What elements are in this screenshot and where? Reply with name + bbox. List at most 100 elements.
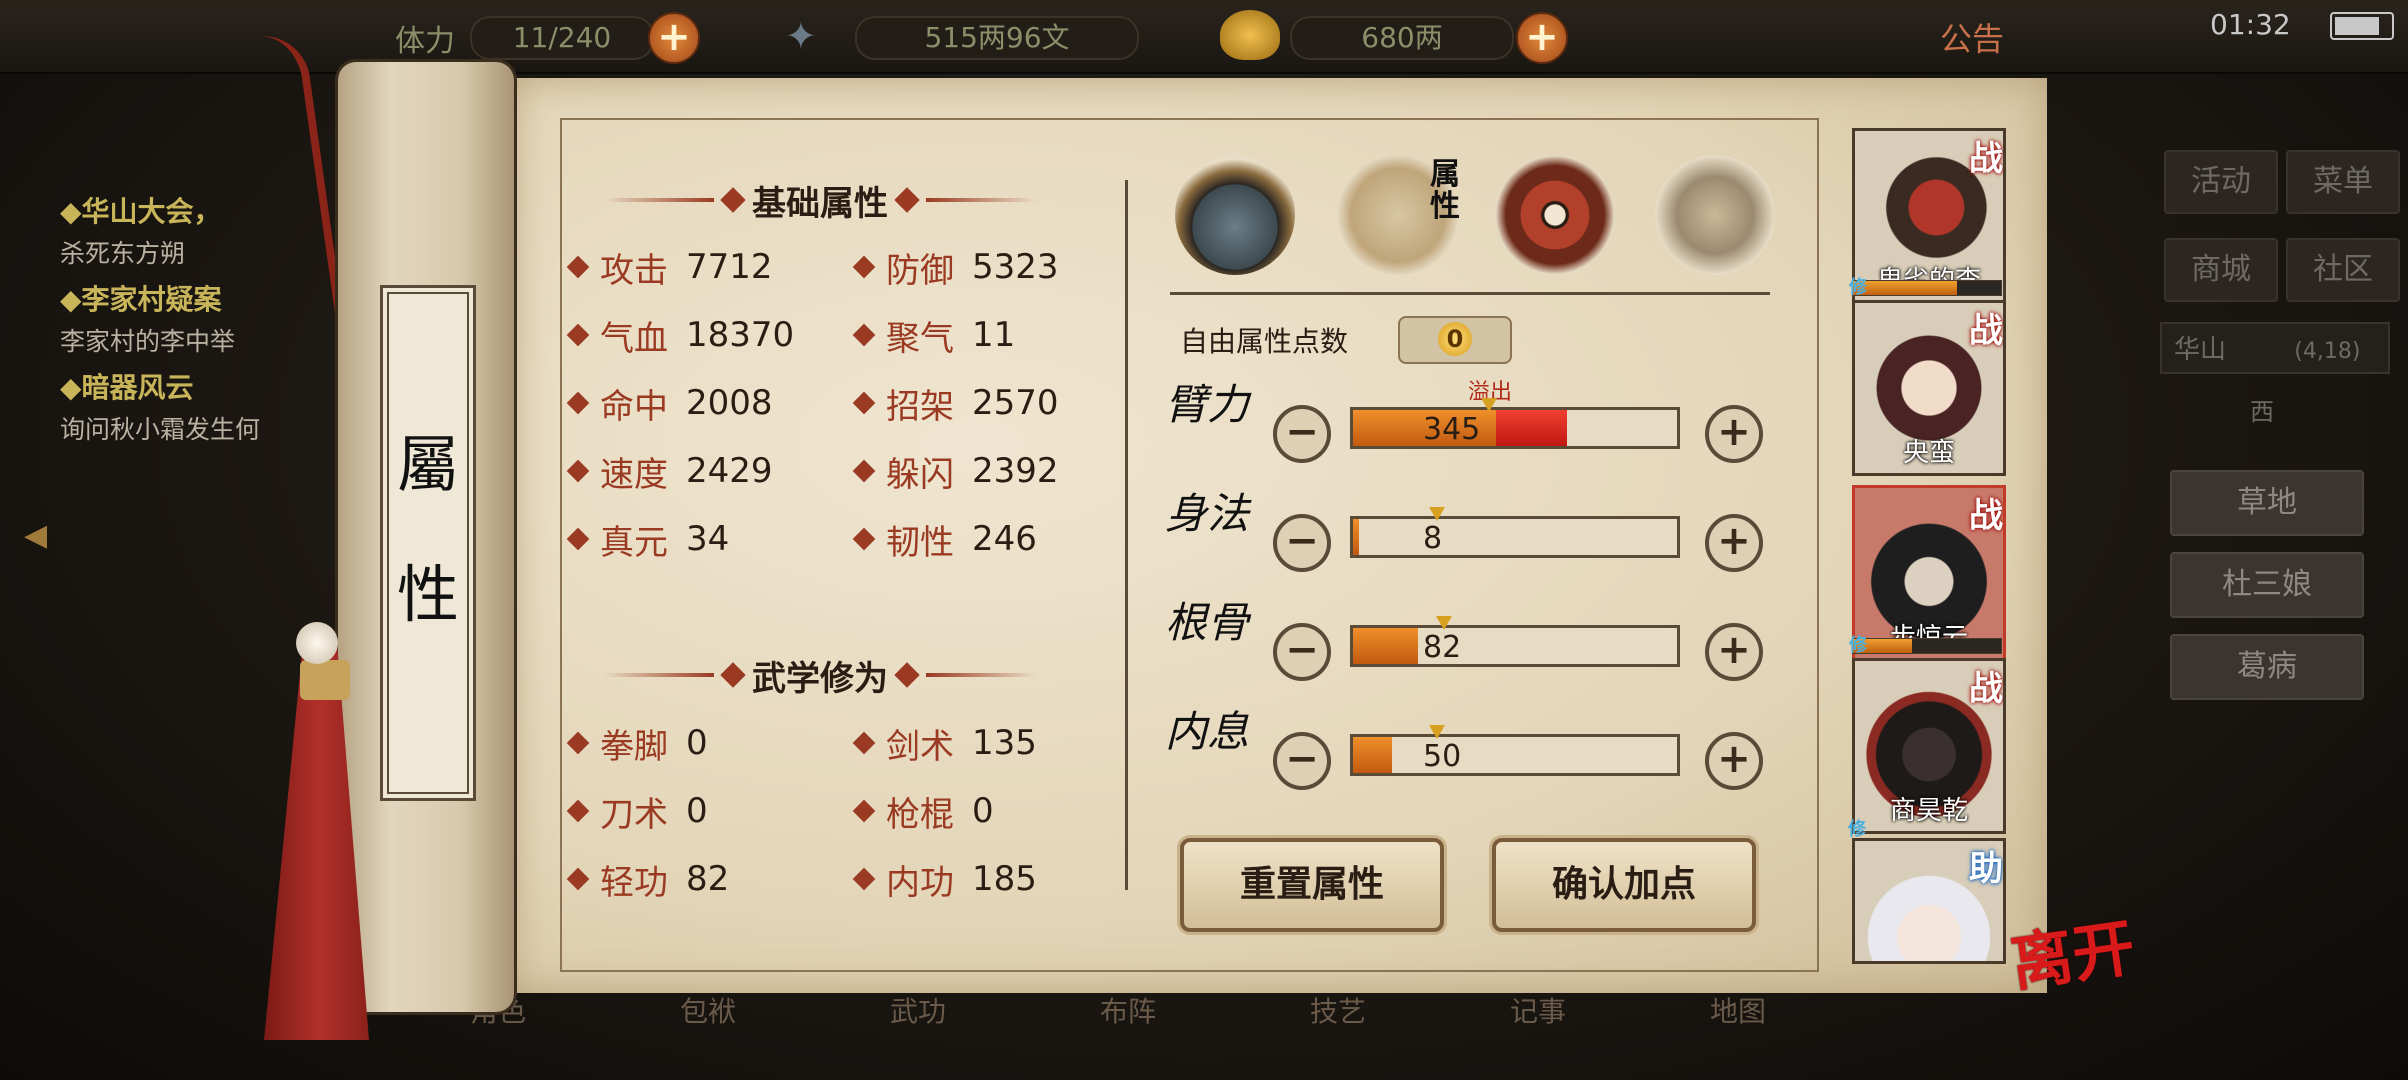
direction-label: 西 — [2250, 398, 2274, 426]
bar-fill — [1353, 737, 1392, 773]
location-coords: (4,18) — [2294, 339, 2361, 364]
party-member-4[interactable]: 战 商昊乾 — [1852, 658, 2006, 834]
stat-value: 246 — [972, 519, 1037, 559]
increase-button[interactable]: + — [1705, 623, 1763, 681]
basic-attr-header: 基础属性 — [560, 170, 1080, 230]
role-badge: 战 — [1969, 496, 2003, 536]
bar-fill — [1353, 628, 1418, 664]
tab-divider — [1170, 292, 1770, 295]
role-badge: 战 — [1969, 669, 2003, 709]
header-line — [604, 198, 714, 202]
attr-name: 身法 — [1165, 489, 1250, 538]
increase-button[interactable]: + — [1705, 732, 1763, 790]
npc-du-sanniang[interactable]: 杜三娘 — [2170, 552, 2364, 618]
role-badge: 战 — [1969, 311, 2003, 351]
nav-skills[interactable]: 技艺 — [1310, 990, 1460, 1080]
attr-value: 82 — [1423, 630, 1462, 665]
bar-marker — [1429, 725, 1446, 739]
add-gold-button[interactable]: + — [1516, 12, 1568, 64]
battery-icon — [2330, 12, 2394, 40]
stat-label: 命中 — [600, 386, 668, 427]
npc-ge-bing[interactable]: 葛病 — [2170, 634, 2364, 700]
diamond-icon — [566, 799, 590, 823]
npc-grass[interactable]: 草地 — [2170, 470, 2364, 536]
reset-attributes-button[interactable]: 重置属性 — [1180, 838, 1444, 932]
member-name: 央蛮 — [1902, 438, 1955, 468]
diamond-icon — [852, 867, 876, 891]
role-badge: 战 — [1969, 139, 2003, 179]
stat-speed: 速度 2429 — [566, 448, 773, 495]
community-button[interactable]: 社区 — [2286, 238, 2400, 302]
stat-zhenyuan: 真元 34 — [566, 516, 729, 563]
stat-label: 刀术 — [600, 794, 668, 835]
column-divider — [1125, 180, 1128, 890]
bottom-nav: 角色 包袱 武功 布阵 技艺 记事 地图 — [470, 990, 1970, 1080]
collapse-arrow-icon[interactable]: ◀ — [24, 518, 54, 558]
attr-bar: 345 — [1350, 398, 1680, 449]
stat-value: 5323 — [972, 247, 1059, 287]
notice-button[interactable]: 公告 — [1940, 14, 2004, 60]
party-member-3[interactable]: 战 步惊云 — [1852, 485, 2006, 661]
stat-inner-power: 内功 185 — [852, 856, 1037, 903]
decrease-button[interactable]: − — [1273, 405, 1331, 463]
nav-map[interactable]: 地图 — [1710, 990, 1860, 1080]
free-points-box: 0 — [1398, 316, 1512, 364]
basic-attr-title: 基础属性 — [752, 183, 888, 224]
martial-title: 武学修为 — [752, 658, 888, 699]
tab-attributes-icon[interactable]: 属性 — [1338, 155, 1460, 275]
party-member-1[interactable]: 战 卑劣的李 — [1852, 128, 2006, 304]
stat-toughness: 韧性 246 — [852, 516, 1037, 563]
cultivation-badge: 修 — [1849, 277, 1867, 298]
decrease-button[interactable]: − — [1273, 732, 1331, 790]
diamond-icon — [566, 731, 590, 755]
gold-value: 680两 — [1290, 16, 1514, 60]
stat-label: 内功 — [886, 862, 954, 903]
decrease-button[interactable]: − — [1273, 623, 1331, 681]
xp-bar: 修 — [1849, 277, 2002, 298]
tab-bagua-icon[interactable] — [1495, 155, 1615, 275]
header-line — [926, 198, 1036, 202]
header-diamond — [894, 187, 920, 213]
stat-blade: 刀术 0 — [566, 788, 708, 835]
nav-bag[interactable]: 包袱 — [680, 990, 830, 1080]
party-member-5[interactable]: 助 — [1852, 838, 2006, 964]
nav-martial[interactable]: 武功 — [890, 990, 1040, 1080]
stamina-value: 11/240 — [470, 16, 654, 60]
activity-button[interactable]: 活动 — [2164, 150, 2278, 214]
leave-button[interactable]: 离开 — [2004, 897, 2139, 1003]
tab-character-icon[interactable] — [1175, 155, 1295, 275]
nav-journal[interactable]: 记事 — [1510, 990, 1660, 1080]
header-line — [926, 673, 1036, 677]
stat-label: 轻功 — [600, 862, 668, 903]
add-stamina-button[interactable]: + — [648, 12, 700, 64]
attr-value: 8 — [1423, 521, 1443, 556]
tassel-cap — [300, 660, 350, 700]
stamina-label: 体力 — [395, 24, 455, 59]
diamond-icon — [566, 391, 590, 415]
menu-button[interactable]: 菜单 — [2286, 150, 2400, 214]
bar-marker — [1429, 507, 1446, 521]
tab-meridian-icon[interactable] — [1655, 155, 1775, 275]
shop-button[interactable]: 商城 — [2164, 238, 2278, 302]
free-points-value: 0 — [1438, 322, 1472, 356]
stat-label: 气血 — [600, 318, 668, 359]
diamond-icon — [852, 731, 876, 755]
header-line — [604, 673, 714, 677]
increase-button[interactable]: + — [1705, 405, 1763, 463]
stat-label: 剑术 — [886, 726, 954, 767]
bar-overflow — [1495, 410, 1567, 446]
attr-value: 345 — [1423, 412, 1481, 447]
attr-row-strength: 臂力 − 345 + — [1165, 384, 1785, 475]
cultivation-badge: 修 — [1849, 635, 1867, 656]
xp-bar: 修 — [1849, 635, 2002, 656]
attr-bar: 8 — [1350, 507, 1680, 558]
confirm-points-button[interactable]: 确认加点 — [1492, 838, 1756, 932]
decrease-button[interactable]: − — [1273, 514, 1331, 572]
party-member-2[interactable]: 战 央蛮 — [1852, 300, 2006, 476]
increase-button[interactable]: + — [1705, 514, 1763, 572]
stat-value: 2429 — [686, 451, 773, 491]
nav-formation[interactable]: 布阵 — [1100, 990, 1250, 1080]
stat-hit: 命中 2008 — [566, 380, 773, 427]
stat-value: 0 — [686, 791, 708, 831]
diamond-icon — [852, 527, 876, 551]
